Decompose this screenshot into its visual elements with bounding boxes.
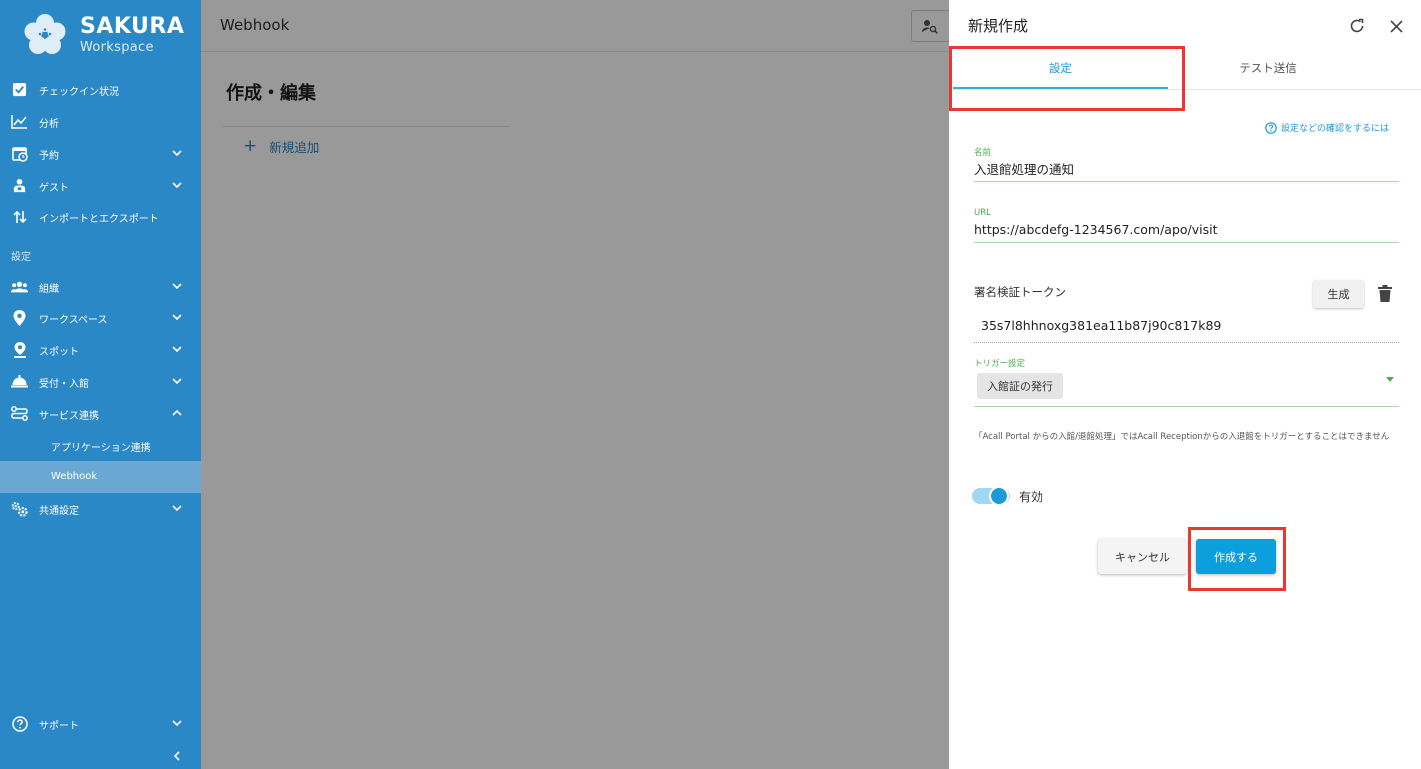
spot-pin-icon xyxy=(11,341,28,358)
tab-test-send[interactable]: テスト送信 xyxy=(1182,60,1354,90)
sidebar-item-label: 組織 xyxy=(39,284,59,295)
guest-icon xyxy=(11,177,28,194)
url-field-label: URL xyxy=(974,208,991,218)
tab-label: テスト送信 xyxy=(1239,61,1297,75)
integration-icon xyxy=(11,405,28,422)
name-field-label: 名前 xyxy=(974,148,992,158)
chevron-down-icon xyxy=(172,720,182,727)
sidebar-item-common-settings[interactable]: 共通設定 xyxy=(0,492,201,524)
help-circle-icon xyxy=(11,715,28,732)
signing-token-field[interactable]: 35s7l8hhnoxg381ea11b87j90c817k89 xyxy=(981,318,1221,333)
toggle-thumb xyxy=(989,486,1009,506)
sidebar-item-reservations[interactable]: 予約 xyxy=(0,137,201,169)
chevron-down-icon xyxy=(172,505,182,512)
sidebar: SAKURA Workspace チェックイン状況 分析 予約 ゲスト インポー xyxy=(0,0,201,769)
dropdown-arrow-icon[interactable] xyxy=(1385,377,1395,383)
chevron-down-icon xyxy=(172,182,182,189)
sidebar-item-label: 共通設定 xyxy=(39,506,79,517)
sidebar-item-label: チェックイン状況 xyxy=(39,87,119,98)
logo[interactable]: SAKURA Workspace xyxy=(22,10,184,60)
checkbox-icon xyxy=(11,81,28,98)
drawer-title: 新規作成 xyxy=(968,17,1029,35)
name-field-underline xyxy=(974,181,1399,182)
sidebar-item-label: サポート xyxy=(39,721,79,732)
logo-subtitle: Workspace xyxy=(80,40,154,55)
sidebar-item-label: 予約 xyxy=(39,151,59,162)
chevron-down-icon xyxy=(172,283,182,290)
token-field-underline xyxy=(974,342,1399,343)
sidebar-item-analytics[interactable]: 分析 xyxy=(0,105,201,137)
sidebar-item-label: インポートとエクスポート xyxy=(39,214,159,225)
sidebar-item-service-integration[interactable]: サービス連携 xyxy=(0,397,201,429)
sidebar-item-reception[interactable]: 受付・入館 xyxy=(0,365,201,397)
reception-bell-icon xyxy=(11,373,28,390)
sidebar-item-label: 受付・入館 xyxy=(39,379,89,390)
logo-title: SAKURA xyxy=(80,14,185,39)
chevron-up-icon xyxy=(172,409,182,416)
trigger-setting-label: トリガー設定 xyxy=(974,359,1026,369)
refresh-icon xyxy=(1350,18,1364,33)
sidebar-subitem-app-integration[interactable]: アプリケーション連携 xyxy=(0,429,201,461)
help-circle-icon xyxy=(1265,121,1277,134)
sidebar-item-label: サービス連携 xyxy=(39,411,99,422)
chevron-down-icon xyxy=(172,378,182,385)
sidebar-item-workspace[interactable]: ワークスペース xyxy=(0,301,201,333)
close-icon xyxy=(1389,19,1403,33)
import-export-icon xyxy=(11,208,28,225)
sidebar-item-label: ゲスト xyxy=(39,183,69,194)
url-field[interactable]: https://abcdefg-1234567.com/apo/visit xyxy=(974,222,1218,237)
refresh-button[interactable] xyxy=(1346,15,1368,37)
gears-icon xyxy=(11,500,28,517)
trigger-select-underline xyxy=(974,406,1399,407)
chevron-down-icon xyxy=(172,150,182,157)
highlight-box-create-button xyxy=(1188,527,1286,591)
url-field-underline xyxy=(974,242,1399,243)
chevron-down-icon xyxy=(172,314,182,321)
enabled-toggle[interactable] xyxy=(972,486,1010,506)
people-icon xyxy=(11,278,28,295)
collapse-sidebar-icon[interactable] xyxy=(171,750,183,762)
create-webhook-drawer: 新規作成 設定 テスト送信 設定などの確認をするには 名前 入退館処理の通知 U… xyxy=(949,0,1421,769)
sidebar-item-label: 分析 xyxy=(39,119,59,130)
close-button[interactable] xyxy=(1385,15,1407,37)
sidebar-subitem-webhook[interactable]: Webhook xyxy=(0,461,201,493)
enabled-toggle-label: 有効 xyxy=(1019,490,1044,504)
highlight-box-settings-tab xyxy=(949,46,1185,111)
generate-token-button[interactable]: 生成 xyxy=(1313,280,1364,308)
trigger-note: 「Acall Portal からの入館/退館処理」ではAcall Recepti… xyxy=(974,432,1390,442)
chevron-down-icon xyxy=(172,346,182,353)
calendar-clock-icon xyxy=(11,145,28,162)
sidebar-item-support[interactable]: サポート xyxy=(0,707,201,739)
sidebar-item-label: Webhook xyxy=(51,471,98,482)
chart-line-icon xyxy=(11,113,28,130)
sidebar-item-import-export[interactable]: インポートとエクスポート xyxy=(0,200,201,232)
sidebar-item-guests[interactable]: ゲスト xyxy=(0,169,201,201)
sidebar-item-checkin-status[interactable]: チェックイン状況 xyxy=(0,73,201,105)
signing-token-label: 署名検証トークン xyxy=(974,285,1066,299)
delete-token-icon[interactable] xyxy=(1377,285,1393,302)
sakura-logo-icon xyxy=(22,12,68,58)
help-link[interactable]: 設定などの確認をするには xyxy=(1265,121,1389,134)
name-field[interactable]: 入退館処理の通知 xyxy=(974,159,1074,178)
sidebar-item-spot[interactable]: スポット xyxy=(0,333,201,365)
sidebar-item-label: ワークスペース xyxy=(39,315,108,326)
cancel-button[interactable]: キャンセル xyxy=(1098,539,1187,574)
sidebar-item-organization[interactable]: 組織 xyxy=(0,270,201,302)
sidebar-section-settings: 設定 xyxy=(11,252,31,263)
trigger-chip[interactable]: 入館証の発行 xyxy=(977,373,1063,399)
sidebar-item-label: アプリケーション連携 xyxy=(51,443,151,454)
help-link-label: 設定などの確認をするには xyxy=(1281,124,1390,134)
map-pin-icon xyxy=(11,309,28,326)
sidebar-item-label: スポット xyxy=(39,347,79,358)
